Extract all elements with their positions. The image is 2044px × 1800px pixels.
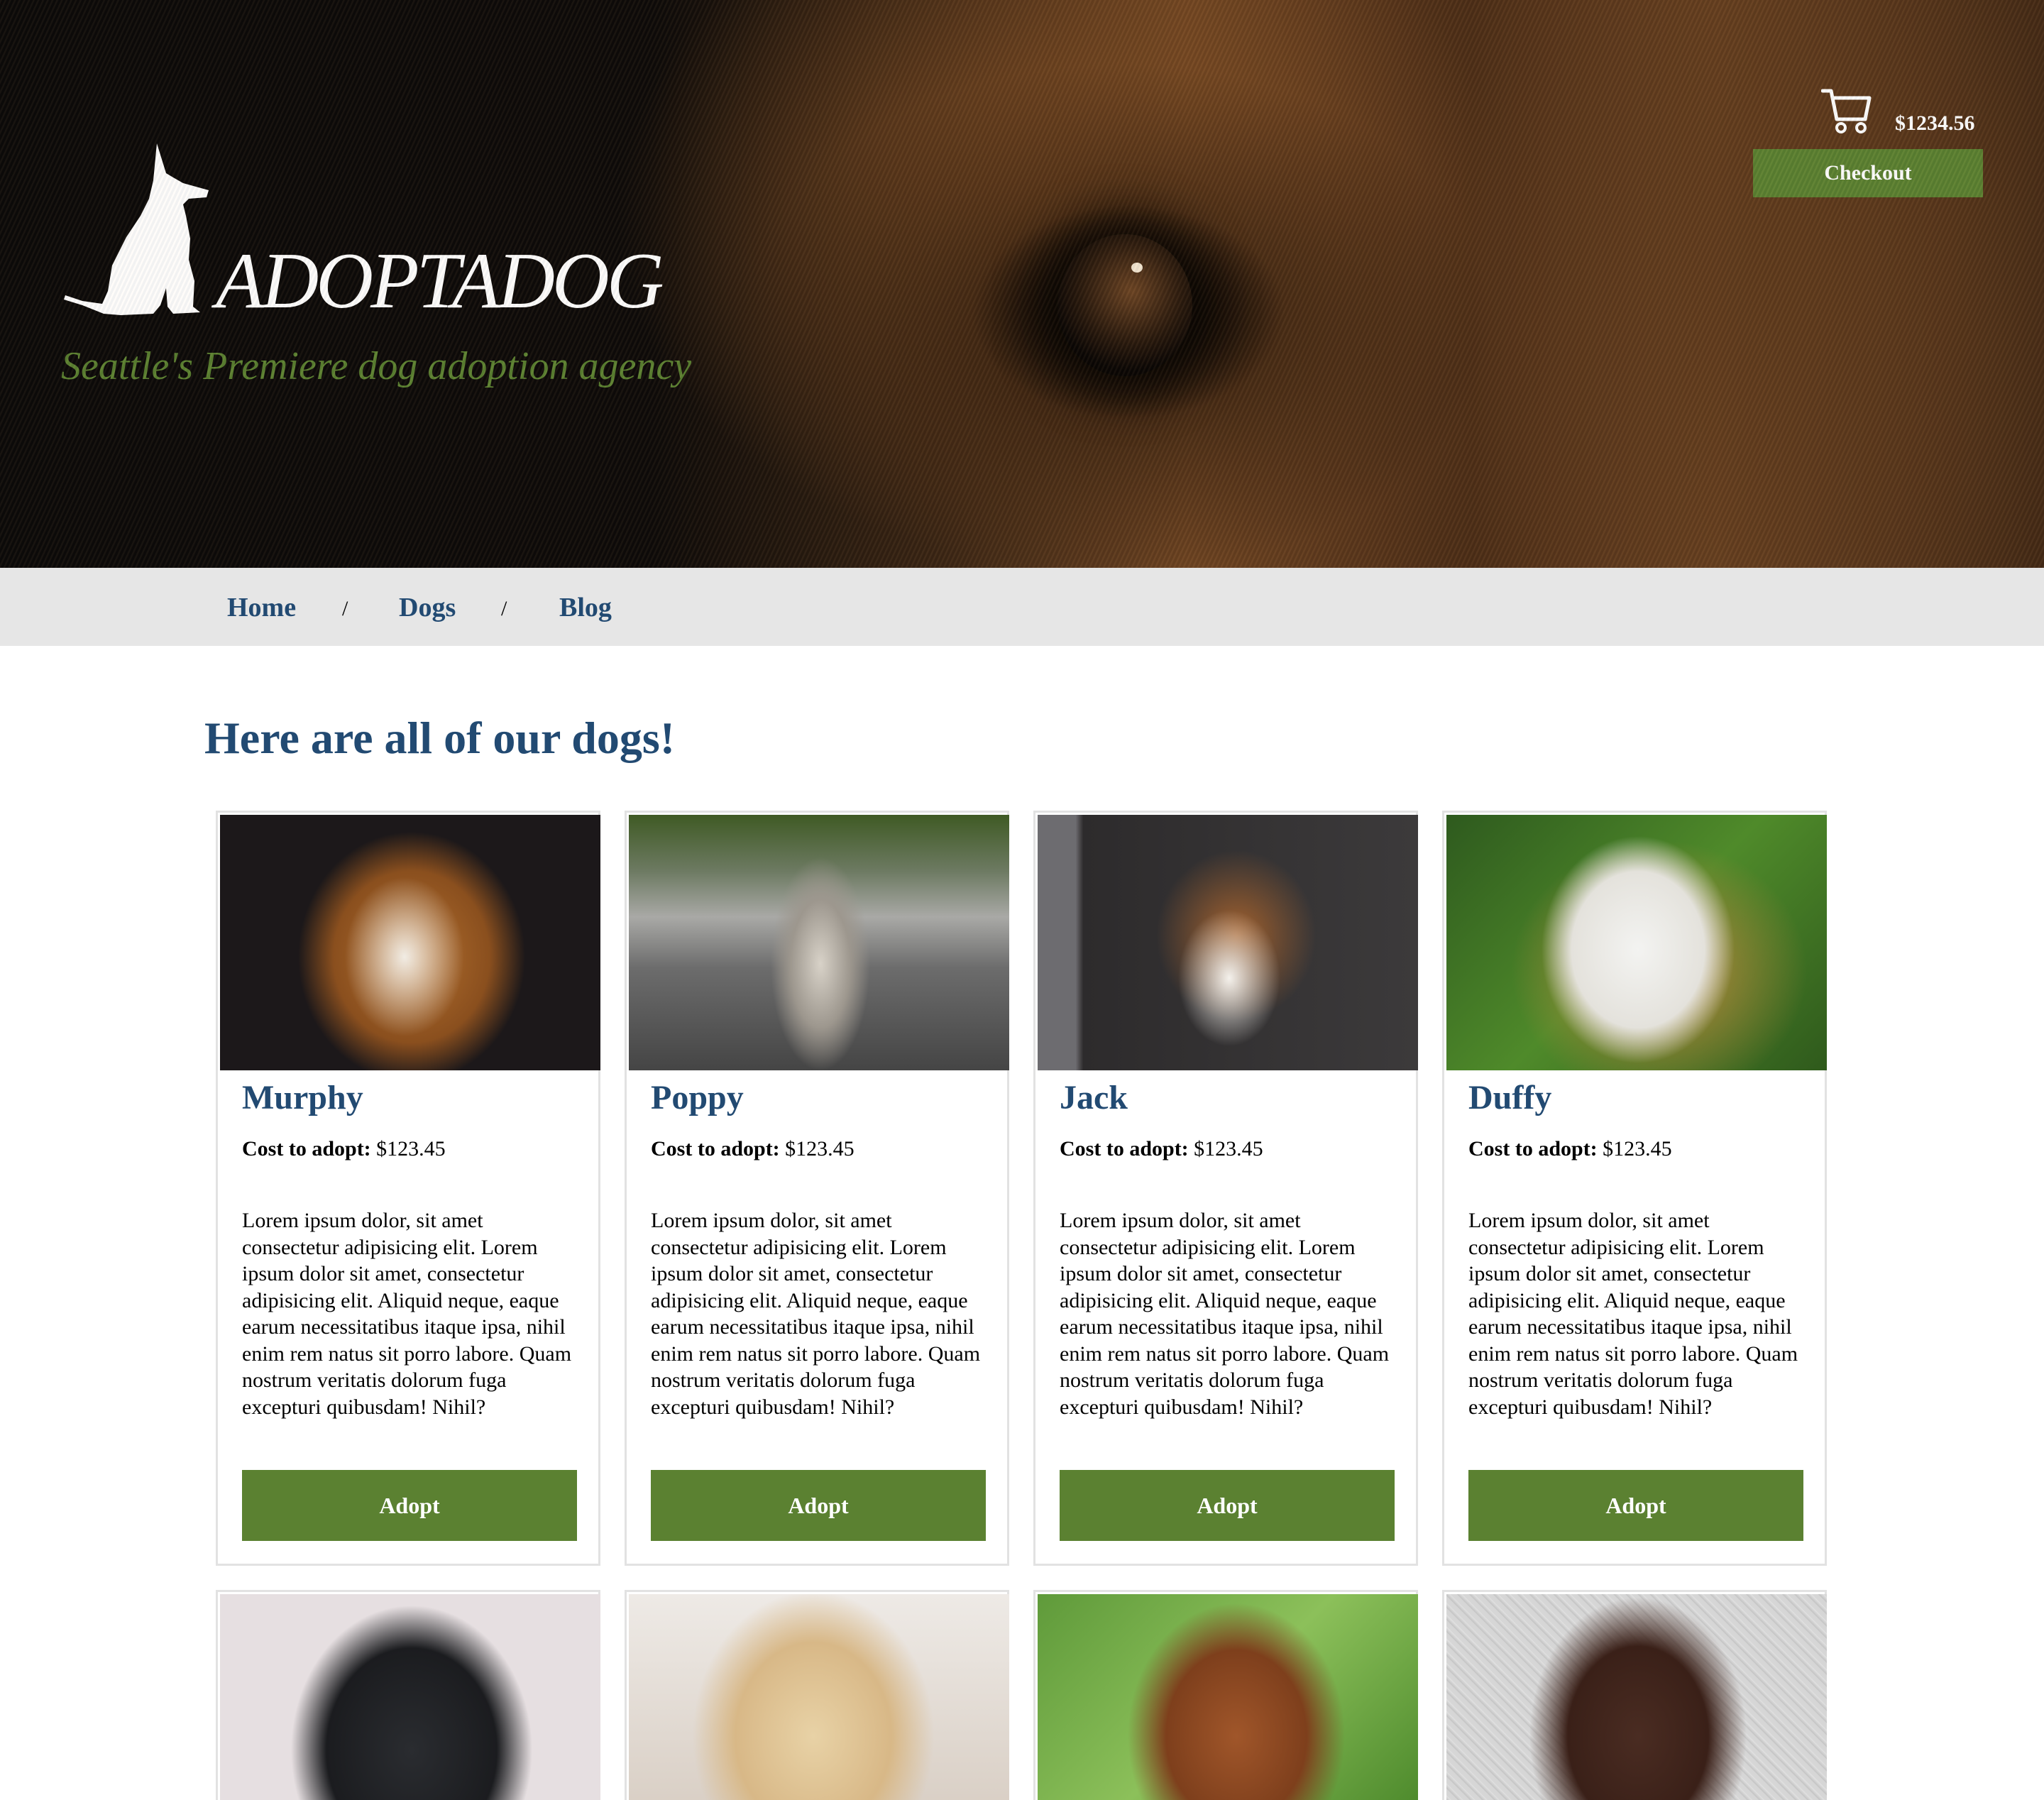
dog-photo — [1038, 815, 1418, 1070]
dog-card: Murphy Cost to adopt: $123.45 Lorem ipsu… — [216, 811, 600, 1566]
cost-value: $123.45 — [1194, 1137, 1263, 1160]
dog-photo — [629, 815, 1009, 1070]
main-nav: Home / Dogs / Blog — [0, 568, 2044, 646]
cost-label: Cost to adopt: — [651, 1137, 780, 1160]
nav-link-dogs[interactable]: Dogs — [399, 593, 456, 622]
cost-label: Cost to adopt: — [242, 1137, 371, 1160]
nav-separator: / — [342, 597, 348, 620]
dog-photo — [1038, 1594, 1418, 1800]
cost-label: Cost to adopt: — [1468, 1137, 1598, 1160]
dog-name: Murphy — [242, 1079, 363, 1116]
dog-card: Jack Cost to adopt: $123.45 Lorem ipsum … — [1033, 811, 1418, 1566]
adopt-button[interactable]: Adopt — [651, 1470, 986, 1541]
cart-total: $1234.56 — [1895, 111, 1975, 135]
brand-tagline: Seattle's Premiere dog adoption agency — [61, 344, 692, 388]
cost-value: $123.45 — [376, 1137, 446, 1160]
adoption-cost: Cost to adopt: $123.45 — [242, 1136, 446, 1162]
dog-photo — [220, 1594, 600, 1800]
nav-link-home[interactable]: Home — [227, 593, 296, 622]
page-heading: Here are all of our dogs! — [204, 713, 676, 763]
dog-name: Jack — [1060, 1079, 1128, 1116]
dog-description: Lorem ipsum dolor, sit amet consectetur … — [242, 1209, 572, 1419]
dog-name: Duffy — [1468, 1079, 1552, 1116]
dog-card — [1033, 1590, 1418, 1800]
dog-card — [625, 1590, 1009, 1800]
dog-eye-image — [1057, 234, 1192, 376]
adoption-cost: Cost to adopt: $123.45 — [1060, 1136, 1263, 1162]
adoption-cost: Cost to adopt: $123.45 — [1468, 1136, 1672, 1162]
checkout-button[interactable]: Checkout — [1753, 149, 1983, 197]
nav-link-blog[interactable]: Blog — [559, 593, 612, 622]
dog-card: Poppy Cost to adopt: $123.45 Lorem ipsum… — [625, 811, 1009, 1566]
dog-photo — [220, 815, 600, 1070]
adoption-cost: Cost to adopt: $123.45 — [651, 1136, 855, 1162]
adopt-button[interactable]: Adopt — [1060, 1470, 1395, 1541]
cost-value: $123.45 — [1603, 1137, 1672, 1160]
dog-card — [1442, 1590, 1827, 1800]
brand-title[interactable]: ADOPTADOG — [216, 241, 664, 321]
dog-description: Lorem ipsum dolor, sit amet consectetur … — [1060, 1209, 1390, 1419]
dog-photo — [629, 1594, 1009, 1800]
dog-photo — [1446, 1594, 1827, 1800]
dog-description: Lorem ipsum dolor, sit amet consectetur … — [1468, 1209, 1798, 1419]
dog-photo — [1446, 815, 1827, 1070]
dog-silhouette-logo — [64, 143, 209, 315]
dog-name: Poppy — [651, 1079, 744, 1116]
cost-value: $123.45 — [785, 1137, 855, 1160]
hero-banner: ADOPTADOG Seattle's Premiere dog adoptio… — [0, 0, 2044, 568]
dog-card: Duffy Cost to adopt: $123.45 Lorem ipsum… — [1442, 811, 1827, 1566]
adopt-button[interactable]: Adopt — [1468, 1470, 1803, 1541]
nav-separator: / — [501, 597, 507, 620]
shopping-cart-icon[interactable] — [1821, 88, 1872, 135]
dog-card — [216, 1590, 600, 1800]
adopt-button[interactable]: Adopt — [242, 1470, 577, 1541]
cost-label: Cost to adopt: — [1060, 1137, 1189, 1160]
dog-description: Lorem ipsum dolor, sit amet consectetur … — [651, 1209, 981, 1419]
